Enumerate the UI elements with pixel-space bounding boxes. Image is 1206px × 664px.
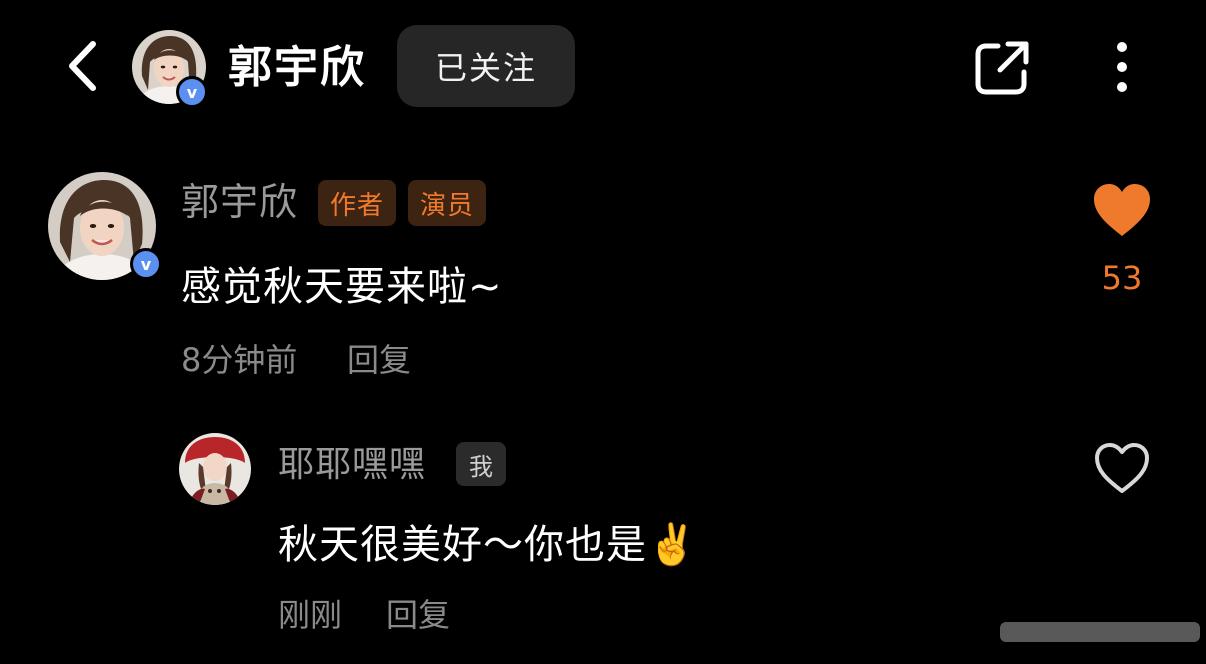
commenter-avatar[interactable] bbox=[179, 433, 251, 505]
watermark bbox=[1000, 612, 1200, 652]
commenter-avatar[interactable]: v bbox=[48, 172, 162, 280]
follow-button[interactable]: 已关注 bbox=[397, 25, 575, 107]
verified-badge: v bbox=[130, 248, 162, 280]
back-button[interactable] bbox=[58, 36, 106, 96]
more-vertical-icon bbox=[1117, 42, 1127, 92]
comment-time: 8分钟前 bbox=[181, 341, 298, 379]
heart-outline-icon bbox=[1095, 443, 1149, 493]
top-bar: v 郭宇欣 已关注 bbox=[0, 0, 1206, 136]
more-options-button[interactable] bbox=[1102, 38, 1142, 98]
author-tag: 作者 bbox=[318, 180, 396, 226]
commenter-name[interactable]: 郭宇欣 bbox=[181, 178, 298, 226]
page-title[interactable]: 郭宇欣 bbox=[228, 40, 366, 96]
me-tag: 我 bbox=[456, 442, 506, 486]
comment-text-body: 秋天很美好～你也是 bbox=[278, 522, 647, 568]
like-button[interactable] bbox=[1090, 180, 1154, 240]
like-count: 53 bbox=[1101, 259, 1143, 297]
author-avatar[interactable]: v bbox=[132, 30, 208, 108]
chevron-left-icon bbox=[69, 41, 96, 91]
actor-tag: 演员 bbox=[408, 180, 486, 226]
comment-text: 秋天很美好～你也是✌️ bbox=[278, 517, 698, 573]
commenter-name[interactable]: 耶耶嘿嘿 bbox=[278, 441, 426, 489]
heart-filled-icon bbox=[1094, 184, 1150, 236]
verified-badge: v bbox=[176, 76, 208, 108]
victory-hand-emoji: ✌️ bbox=[647, 522, 698, 568]
avatar-image bbox=[179, 433, 251, 505]
comment-text: 感觉秋天要来啦~ bbox=[181, 264, 503, 310]
share-button[interactable] bbox=[972, 38, 1032, 98]
share-external-icon bbox=[975, 41, 1029, 95]
like-button[interactable] bbox=[1092, 440, 1152, 496]
comment-time: 刚刚 bbox=[278, 596, 343, 634]
reply-button[interactable]: 回复 bbox=[347, 338, 411, 382]
reply-button[interactable]: 回复 bbox=[386, 593, 450, 637]
